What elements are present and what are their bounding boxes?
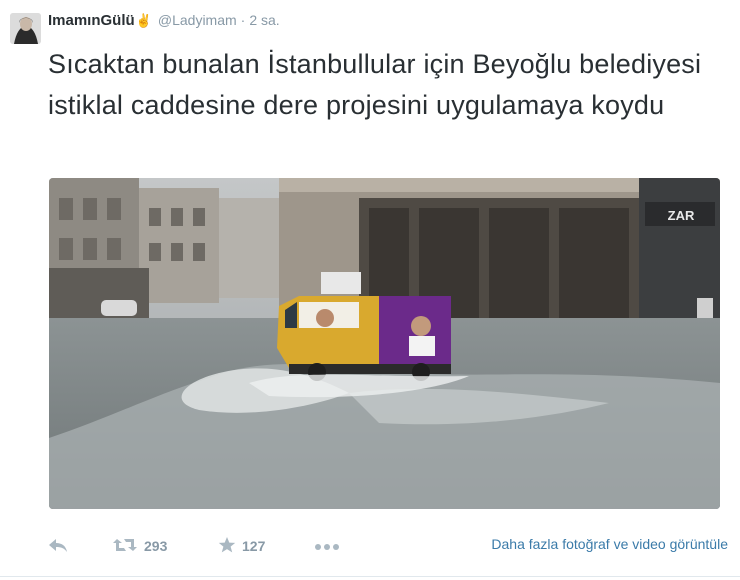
favorite-button[interactable]: 127 (218, 534, 265, 558)
user-handle[interactable]: @Ladyimam (158, 12, 237, 28)
display-name[interactable]: ImamınGülü (48, 12, 135, 29)
header-separator: · (240, 12, 246, 28)
retweet-button[interactable]: 293 (112, 534, 167, 558)
more-media-link[interactable]: Daha fazla fotoğraf ve video görüntüle (491, 536, 728, 552)
tweet-text: Sıcaktan bunalan İstanbullular için Beyo… (48, 49, 702, 120)
tweet-header: ImamınGülü ✌ @Ladyimam · 2 sa. (48, 12, 280, 32)
avatar-image (10, 13, 41, 44)
tweet-photo[interactable]: ZAR (49, 178, 720, 509)
storefront-sign: ZAR (668, 208, 695, 223)
star-icon (218, 536, 236, 557)
reply-icon (48, 537, 68, 556)
divider (0, 576, 740, 577)
avatar[interactable] (10, 13, 41, 44)
tweet-timestamp[interactable]: 2 sa. (249, 12, 279, 28)
reply-button[interactable] (48, 534, 68, 558)
more-button[interactable] (314, 534, 340, 558)
favorite-count: 127 (242, 538, 266, 554)
more-icon (314, 538, 340, 554)
tweet-actions: 293 127 Daha fazla fotoğraf ve video gör… (48, 534, 728, 558)
name-symbol: ✌ (135, 13, 152, 28)
retweet-count: 293 (144, 538, 168, 554)
flooded-street-photo: ZAR (49, 178, 720, 509)
retweet-icon (112, 537, 138, 556)
